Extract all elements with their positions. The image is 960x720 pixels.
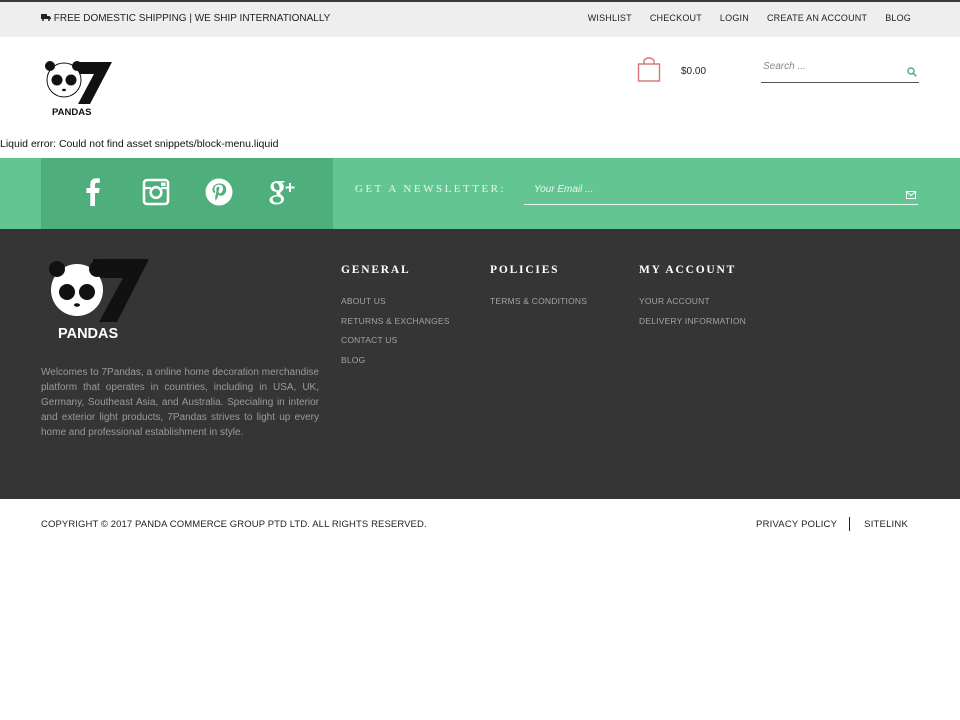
checkout-link[interactable]: CHECKOUT: [650, 13, 702, 23]
truck-icon: [41, 13, 51, 24]
google-plus-icon[interactable]: [267, 177, 297, 207]
liquid-error: Liquid error: Could not find asset snipp…: [0, 138, 279, 150]
shopping-bag-icon: [637, 57, 661, 82]
blog-link[interactable]: BLOG: [885, 13, 911, 23]
top-links: WISHLIST CHECKOUT LOGIN CREATE AN ACCOUN…: [588, 13, 911, 23]
cart-button[interactable]: [637, 57, 661, 83]
footer-col-title: GENERAL: [341, 264, 411, 276]
logo-wordmark: PANDAS: [52, 107, 91, 118]
newsletter-form: [524, 178, 918, 205]
wishlist-link[interactable]: WISHLIST: [588, 13, 632, 23]
search-input[interactable]: [761, 56, 896, 77]
returns-link[interactable]: RETURNS & EXCHANGES: [341, 316, 450, 326]
search-box: [761, 56, 919, 83]
newsletter-band: GET A NEWSLETTER:: [0, 158, 960, 229]
newsletter-email-input[interactable]: [524, 178, 874, 200]
footer-col-general: GENERAL ABOUT US RETURNS & EXCHANGES CON…: [341, 264, 450, 374]
footer-blog-link[interactable]: BLOG: [341, 355, 450, 365]
terms-link[interactable]: TERMS & CONDITIONS: [490, 296, 587, 306]
footer-col-policies: POLICIES TERMS & CONDITIONS: [490, 264, 587, 316]
cart-total[interactable]: $0.00: [681, 66, 706, 77]
footer-col-my-account: MY ACCOUNT YOUR ACCOUNT DELIVERY INFORMA…: [639, 264, 746, 335]
contact-us-link[interactable]: CONTACT US: [341, 335, 450, 345]
delivery-info-link[interactable]: DELIVERY INFORMATION: [639, 316, 746, 326]
login-link[interactable]: LOGIN: [720, 13, 749, 23]
bottom-bar: COPYRIGHT © 2017 PANDA COMMERCE GROUP PT…: [0, 499, 960, 549]
divider: [849, 517, 851, 531]
create-account-link[interactable]: CREATE AN ACCOUNT: [767, 13, 867, 23]
search-icon[interactable]: [907, 64, 917, 77]
footer-logo[interactable]: PANDAS: [47, 258, 151, 342]
about-text: Welcomes to 7Pandas, a online home decor…: [41, 367, 319, 438]
about-us-link[interactable]: ABOUT US: [341, 296, 450, 306]
shipping-notice: FREE DOMESTIC SHIPPING | WE SHIP INTERNA…: [41, 13, 330, 24]
facebook-icon[interactable]: [78, 177, 108, 207]
your-account-link[interactable]: YOUR ACCOUNT: [639, 296, 746, 306]
site-logo[interactable]: PANDAS: [44, 60, 114, 118]
newsletter-label: GET A NEWSLETTER:: [355, 183, 507, 195]
site-footer: PANDAS Welcomes to 7Pandas, a online hom…: [0, 229, 960, 499]
mail-icon[interactable]: [906, 186, 916, 199]
instagram-icon[interactable]: [141, 177, 171, 207]
pinterest-icon[interactable]: [204, 177, 234, 207]
bottom-links: PRIVACY POLICY SITELINK: [756, 517, 908, 531]
footer-logo-wordmark: PANDAS: [58, 326, 118, 342]
shipping-text: FREE DOMESTIC SHIPPING | WE SHIP INTERNA…: [53, 13, 331, 24]
footer-col-title: MY ACCOUNT: [639, 264, 737, 276]
sitelink-link[interactable]: SITELINK: [864, 519, 908, 530]
privacy-policy-link[interactable]: PRIVACY POLICY: [756, 519, 837, 530]
footer-col-title: POLICIES: [490, 264, 560, 276]
copyright: COPYRIGHT © 2017 PANDA COMMERCE GROUP PT…: [41, 519, 427, 530]
social-links: [41, 158, 333, 229]
top-bar: FREE DOMESTIC SHIPPING | WE SHIP INTERNA…: [0, 2, 960, 37]
